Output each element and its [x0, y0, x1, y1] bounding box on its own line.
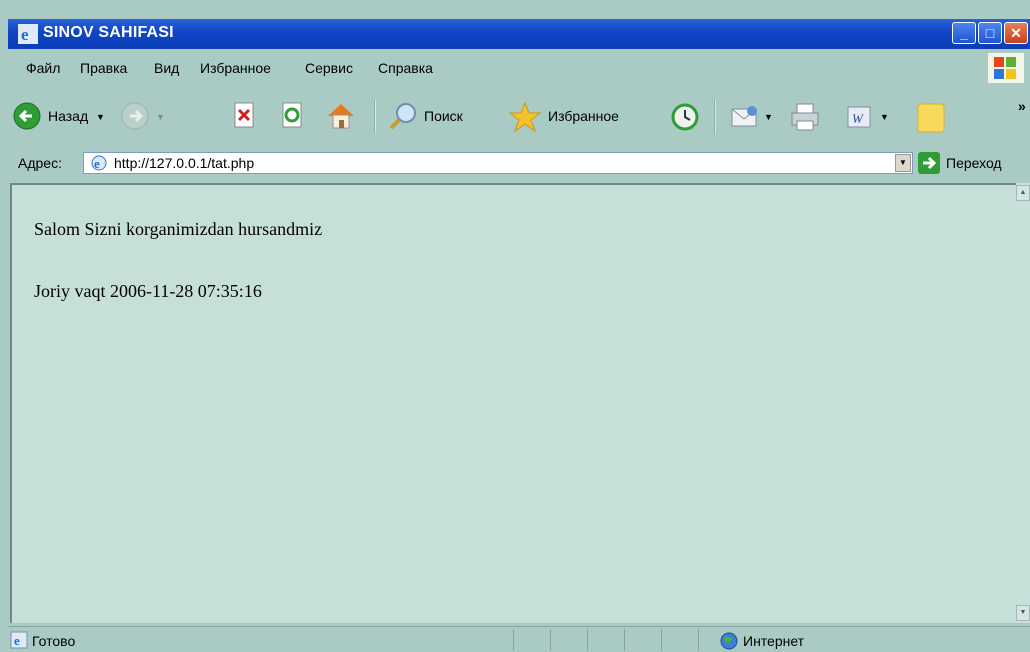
forward-arrow-icon — [121, 102, 149, 130]
page-content: Salom Sizni korganimizdan hursandmiz Jor… — [10, 183, 1020, 623]
menu-tools[interactable]: Сервис — [305, 60, 353, 76]
go-button[interactable] — [918, 152, 940, 174]
go-label[interactable]: Переход — [946, 155, 1002, 171]
menu-favorites[interactable]: Избранное — [200, 60, 271, 76]
search-button[interactable]: Поиск — [386, 101, 496, 133]
note-button[interactable] — [914, 101, 948, 133]
minimize-icon: _ — [960, 25, 968, 41]
mail-dropdown-icon[interactable]: ▼ — [764, 112, 773, 122]
search-label: Поиск — [424, 108, 463, 124]
zone-text: Интернет — [743, 633, 805, 649]
stop-icon — [234, 102, 254, 128]
mail-icon — [731, 106, 757, 127]
favorites-star-icon — [508, 101, 542, 133]
edit-button[interactable]: W ▼ — [844, 101, 894, 133]
scroll-up-icon[interactable]: ▲ — [1016, 185, 1030, 201]
back-arrow-icon — [13, 102, 41, 130]
status-pane — [550, 629, 587, 651]
toolbar-separator — [374, 100, 376, 134]
address-dropdown-button[interactable]: ▼ — [895, 154, 911, 172]
svg-text:W: W — [852, 111, 864, 126]
forward-dropdown-icon[interactable]: ▼ — [156, 112, 165, 122]
address-label: Адрес: — [18, 155, 62, 171]
status-pane — [661, 629, 698, 651]
toolbar-separator — [714, 100, 716, 134]
status-text: Готово — [32, 633, 76, 649]
svg-text:e: e — [14, 633, 20, 648]
go-arrow-icon — [923, 156, 937, 170]
status-pane — [587, 629, 624, 651]
windows-logo-icon — [988, 53, 1024, 83]
menu-help[interactable]: Справка — [378, 60, 433, 76]
favorites-label: Избранное — [548, 108, 619, 124]
home-button[interactable] — [324, 101, 358, 133]
back-label: Назад — [48, 108, 89, 124]
print-button[interactable] — [788, 101, 822, 133]
status-pane — [624, 629, 661, 651]
address-field[interactable]: e ▼ — [83, 152, 913, 174]
standard-toolbar: Назад ▼ ▼ Поиск Избранное ▼ W ▼ » — [8, 92, 1030, 142]
scroll-down-icon[interactable]: ▼ — [1016, 605, 1030, 621]
minimize-button[interactable]: _ — [952, 22, 976, 44]
status-bar: e Готово Интернет — [8, 626, 1030, 652]
address-input[interactable] — [114, 155, 874, 171]
current-time-text: Joriy vaqt 2006-11-28 07:35:16 — [34, 281, 262, 301]
status-pane — [513, 629, 550, 651]
toolbar-overflow-icon[interactable]: » — [1018, 98, 1026, 114]
menu-file[interactable]: Файл — [26, 60, 60, 76]
menu-bar: Файл Правка Вид Избранное Сервис Справка — [8, 52, 1030, 86]
page-status-icon: e — [10, 631, 28, 649]
refresh-button[interactable] — [278, 101, 308, 133]
stop-button[interactable] — [230, 101, 260, 133]
internet-globe-icon — [720, 632, 738, 650]
print-icon — [791, 103, 819, 131]
close-icon: ✕ — [1010, 25, 1022, 41]
edit-dropdown-icon[interactable]: ▼ — [880, 112, 889, 122]
vertical-scrollbar[interactable]: ▲ ▼ — [1016, 183, 1030, 623]
back-button[interactable]: Назад ▼ — [12, 101, 112, 133]
title-bar: e SINOV SAHIFASI _ □ ✕ — [8, 19, 1030, 49]
favorites-button[interactable]: Избранное — [508, 101, 658, 133]
svg-text:e: e — [21, 25, 29, 44]
menu-view[interactable]: Вид — [154, 60, 179, 76]
forward-button[interactable]: ▼ — [120, 101, 166, 133]
back-dropdown-icon[interactable]: ▼ — [96, 112, 105, 122]
maximize-icon: □ — [985, 25, 995, 41]
history-button[interactable] — [668, 101, 702, 133]
note-icon — [917, 103, 945, 133]
search-icon — [389, 103, 416, 130]
home-icon — [328, 104, 354, 129]
page-ie-icon: e — [91, 155, 107, 171]
window-title: SINOV SAHIFASI — [43, 24, 174, 41]
history-icon — [671, 103, 699, 131]
maximize-button[interactable]: □ — [978, 22, 1002, 44]
word-edit-icon: W — [847, 106, 871, 128]
menu-edit[interactable]: Правка — [80, 60, 127, 76]
refresh-icon — [282, 102, 302, 128]
svg-text:e: e — [94, 156, 100, 171]
browser-window: e SINOV SAHIFASI _ □ ✕ Файл Правка Вид И… — [0, 0, 1030, 652]
close-button[interactable]: ✕ — [1004, 22, 1028, 44]
address-bar: Адрес: e ▼ Переход — [8, 148, 1030, 178]
greeting-text: Salom Sizni korganimizdan hursandmiz — [34, 219, 323, 239]
ie-logo-icon: e — [18, 24, 38, 44]
mail-button[interactable]: ▼ — [728, 101, 778, 133]
